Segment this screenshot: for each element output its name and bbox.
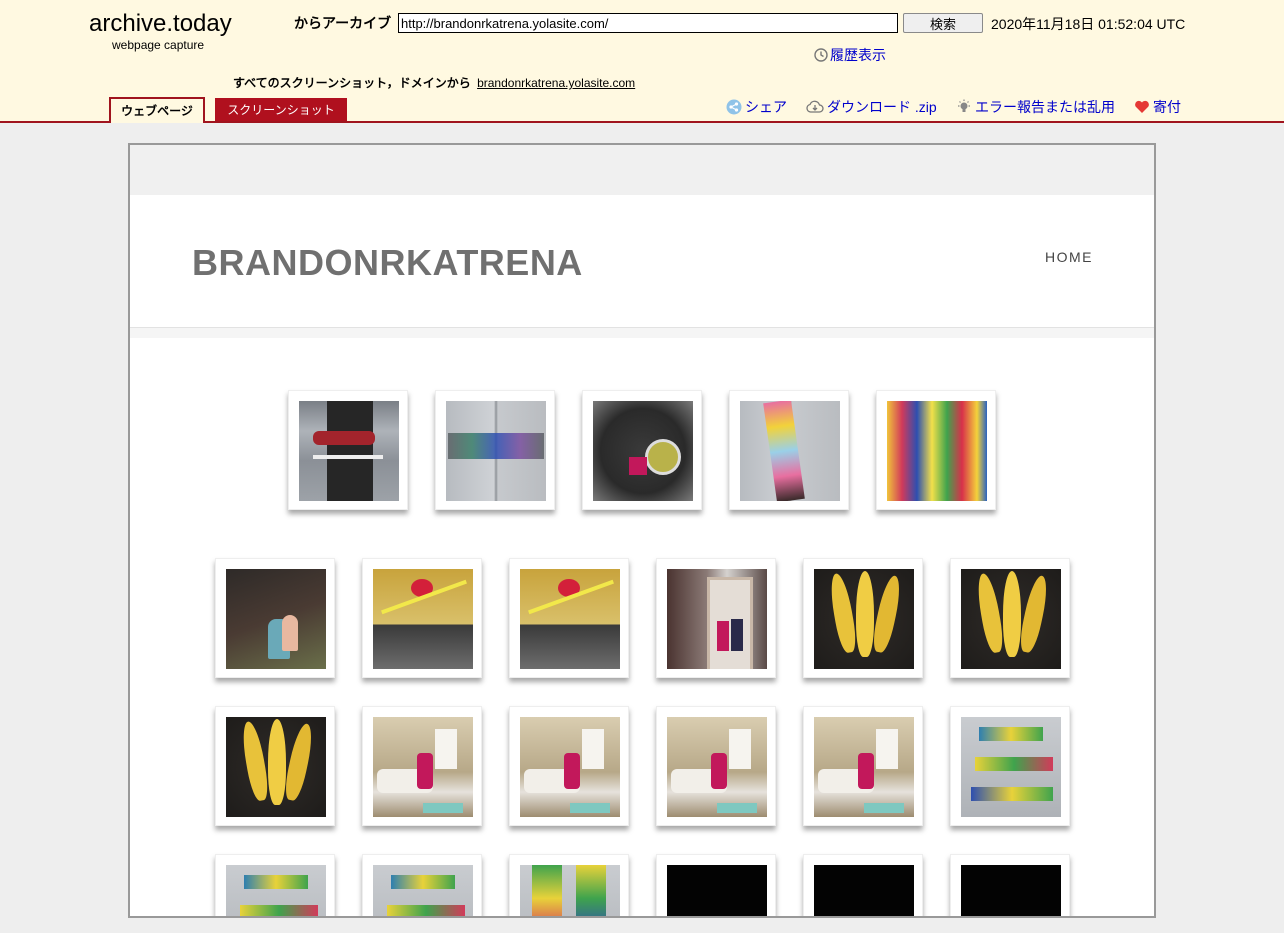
thumbnail-image [593,401,693,501]
domain-link[interactable]: brandonrkatrena.yolasite.com [477,76,635,90]
gallery-thumbnail[interactable] [876,390,996,510]
thumbnail-image [961,569,1061,669]
tab-webpage[interactable]: ウェブページ [109,97,205,123]
gallery-thumbnail[interactable] [950,706,1070,826]
download-zip-link[interactable]: ダウンロード .zip [806,97,937,117]
gallery-thumbnail[interactable] [656,706,776,826]
thumbnail-image [814,865,914,916]
thumbnail-image [373,865,473,916]
gallery-thumbnail[interactable] [362,854,482,916]
report-link[interactable]: エラー報告または乱用 [956,97,1115,117]
thumbnail-image [226,569,326,669]
thumbnail-image [814,717,914,817]
thumbnail-image [226,717,326,817]
capture-date: 2020年11月18日 01:52:04 UTC [991,16,1186,32]
thumbnail-image [520,569,620,669]
site-top-strip [130,145,1154,195]
share-link[interactable]: シェア [726,97,787,117]
thumbnail-image [226,865,326,916]
donate-link[interactable]: 寄付 [1134,97,1181,117]
gallery-thumbnail[interactable] [729,390,849,510]
all-screenshots-row: すべてのスクリーンショット，ドメインから brandonrkatrena.yol… [233,74,635,91]
nav-home[interactable]: HOME [1045,249,1093,265]
gallery-thumbnail[interactable] [362,558,482,678]
thumbnail-image [446,401,546,501]
thumbnail-image [961,717,1061,817]
lightbulb-icon [958,99,970,112]
gallery-thumbnail[interactable] [215,558,335,678]
report-label: エラー報告または乱用 [975,99,1115,115]
gallery-thumbnail[interactable] [509,558,629,678]
thumbnail-image [299,401,399,501]
share-icon [726,99,742,115]
thumbnail-image [373,717,473,817]
clock-icon [814,48,828,62]
thumbnail-image [667,569,767,669]
gallery-thumbnail[interactable] [950,854,1070,916]
site-title[interactable]: BRANDONRKATRENA [192,242,583,284]
all-screenshots-label: すべてのスクリーンショット，ドメインから [233,76,471,90]
archive-logo-subtitle: webpage capture [112,38,205,52]
gallery-thumbnail[interactable] [362,706,482,826]
gallery-thumbnail[interactable] [950,558,1070,678]
gallery-thumbnail[interactable] [215,854,335,916]
gallery-thumbnail[interactable] [509,706,629,826]
tab-screenshot[interactable]: スクリーンショット [215,98,347,121]
history-link[interactable]: 履歴表示 [814,45,886,65]
history-link-label: 履歴表示 [830,47,886,63]
thumbnail-image [373,569,473,669]
gallery-thumbnail[interactable] [803,854,923,916]
captured-page-frame: BRANDONRKATRENA HOME [128,143,1156,918]
thumbnail-image [887,401,987,501]
thumbnail-image [814,569,914,669]
thumbnail-image [520,865,620,916]
header-divider [130,327,1154,338]
thumbnail-image [520,717,620,817]
thumbnail-image [740,401,840,501]
gallery-thumbnail[interactable] [803,706,923,826]
gallery-thumbnail[interactable] [435,390,555,510]
gallery-thumbnail[interactable] [656,854,776,916]
archive-header: archive.today webpage capture からアーカイブ 検索… [0,0,1284,123]
donate-label: 寄付 [1153,99,1181,115]
cloud-download-icon [806,100,824,113]
gallery-thumbnail[interactable] [288,390,408,510]
search-button[interactable]: 検索 [903,13,983,33]
share-label: シェア [745,99,787,115]
gallery-thumbnail[interactable] [215,706,335,826]
archive-from-label: からアーカイブ [294,15,392,31]
gallery-thumbnail[interactable] [803,558,923,678]
download-label: ダウンロード .zip [827,99,937,115]
archive-logo[interactable]: archive.today [89,10,232,38]
thumbnail-image [667,865,767,916]
heart-icon [1135,100,1149,113]
thumbnail-image [961,865,1061,916]
gallery-thumbnail[interactable] [509,854,629,916]
gallery-thumbnail[interactable] [656,558,776,678]
thumbnail-image [667,717,767,817]
url-input[interactable] [398,13,898,33]
gallery-thumbnail[interactable] [582,390,702,510]
